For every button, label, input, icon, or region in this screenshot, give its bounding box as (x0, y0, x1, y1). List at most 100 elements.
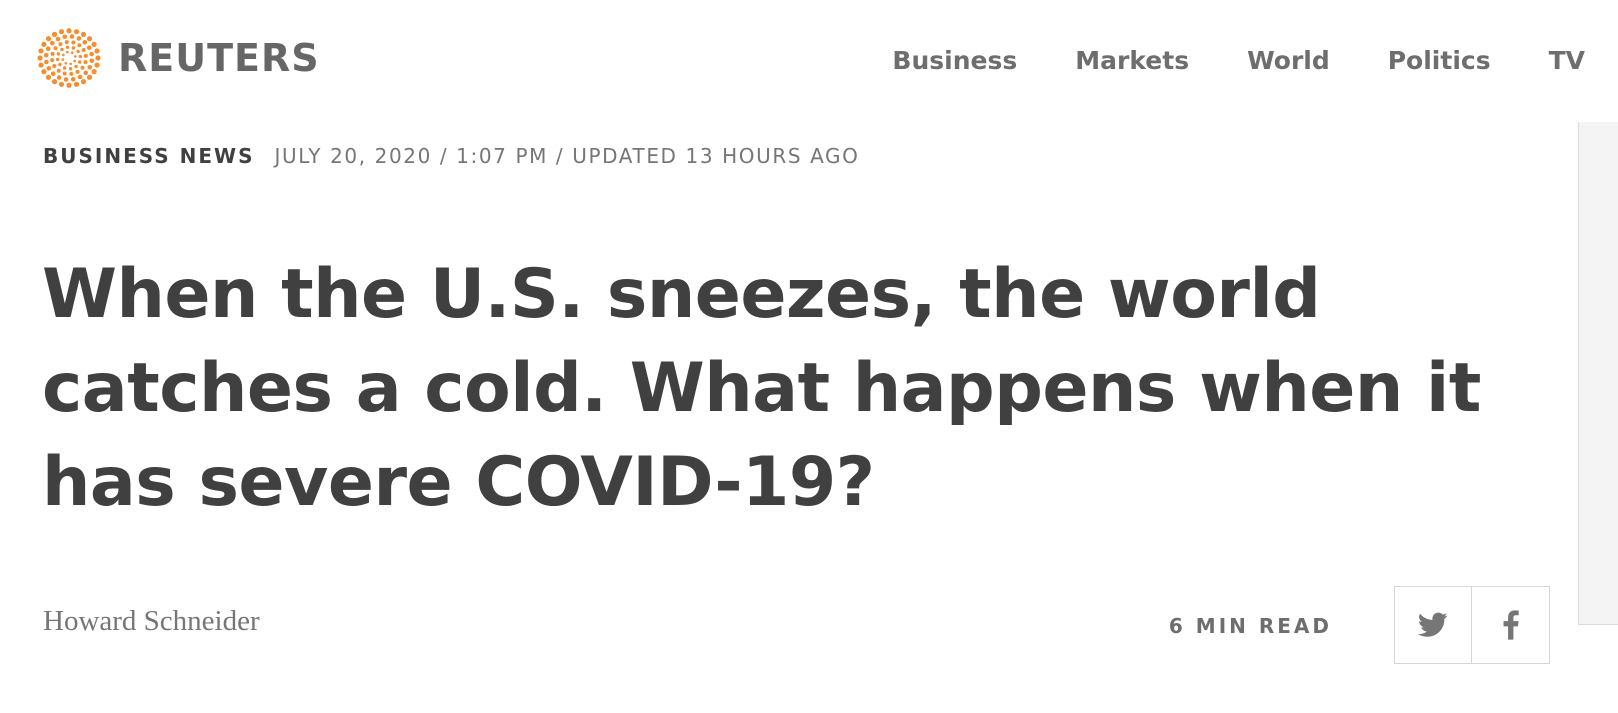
logo-dot (55, 36, 61, 42)
logo-dot (58, 62, 62, 67)
logo-dot (75, 69, 80, 74)
logo-dot (83, 53, 88, 58)
facebook-share-button[interactable] (1472, 586, 1550, 664)
logo-dot (73, 55, 77, 58)
logo-dot (69, 62, 72, 66)
article-headline: When the U.S. sneezes, the world catches… (42, 255, 1481, 522)
logo-dot (89, 51, 94, 57)
logo-dot (37, 55, 43, 61)
logo-dot (45, 46, 51, 52)
logo-dot (87, 64, 93, 70)
nav-item-markets[interactable]: Markets (1075, 48, 1189, 73)
logo-dot (86, 36, 93, 42)
logo-dot (76, 49, 80, 54)
twitter-icon (1418, 612, 1448, 637)
facebook-icon (1503, 610, 1519, 640)
logo-dot (58, 81, 65, 87)
reuters-dot-logo-icon (37, 28, 101, 88)
dateline: JULY 20, 2020 / 1:07 PM / UPDATED 13 HOU… (274, 144, 860, 168)
logo-dot (64, 62, 68, 65)
logo-dot (91, 41, 97, 47)
logo-dot (69, 34, 75, 39)
logo-dot (83, 70, 88, 76)
read-time: 6 MIN READ (1168, 614, 1332, 638)
logo-dot (80, 65, 85, 70)
logo-dot (81, 47, 86, 52)
logo-dot (51, 31, 58, 37)
logo-dot (94, 62, 100, 68)
logo-dot (62, 66, 67, 70)
logo-dot (95, 55, 101, 61)
logo-dot (50, 58, 55, 63)
logo-dot (69, 71, 74, 76)
logo-dot (82, 40, 88, 45)
logo-dot (53, 46, 58, 51)
logo-text: REUTERS (118, 36, 320, 80)
author-byline[interactable]: Howard Schneider (43, 607, 260, 636)
nav-item-politics[interactable]: Politics (1388, 48, 1491, 73)
logo-dot (77, 60, 82, 64)
logo-dot (61, 58, 65, 61)
logo-dot (73, 29, 80, 35)
side-panel (1578, 122, 1618, 625)
share-buttons (1394, 586, 1550, 664)
main-nav: Business Markets World Politics TV (892, 40, 1585, 80)
logo-dot (45, 74, 52, 80)
logo-dot (52, 64, 57, 69)
reuters-logo[interactable]: REUTERS (36, 27, 320, 89)
logo-dot (62, 53, 65, 57)
logo-dot (77, 43, 82, 48)
logo-dot (41, 69, 47, 75)
side-panel-divider (1578, 624, 1618, 625)
logo-dot (70, 51, 74, 54)
logo-dot (58, 42, 63, 47)
logo-dot (58, 29, 65, 35)
logo-dot (91, 69, 97, 75)
logo-dot (44, 59, 49, 65)
logo-dot (43, 52, 49, 58)
logo-dot (73, 81, 80, 87)
logo-dot (94, 48, 100, 54)
nav-item-tv[interactable]: TV (1549, 48, 1585, 73)
logo-dot (38, 48, 44, 54)
logo-dot (74, 64, 78, 69)
logo-dot (56, 52, 61, 56)
nav-item-business[interactable]: Business (892, 48, 1017, 73)
nav-item-world[interactable]: World (1247, 48, 1330, 73)
logo-dot (77, 74, 83, 80)
twitter-share-button[interactable] (1394, 586, 1472, 664)
logo-dot (76, 36, 82, 41)
logo-dot (50, 71, 56, 76)
logo-dot (80, 31, 87, 37)
logo-dot (83, 60, 88, 65)
logo-dot (66, 28, 72, 34)
logo-dot (65, 45, 70, 49)
logo-dot (38, 62, 44, 68)
logo-dot (78, 54, 83, 59)
article-meta: BUSINESS NEWS JULY 20, 2020 / 1:07 PM / … (43, 144, 859, 168)
logo-dot (66, 50, 69, 54)
logo-dot (68, 67, 73, 71)
logo-dot (86, 74, 93, 80)
logo-dot (56, 68, 61, 73)
logo-dot (56, 75, 62, 80)
logo-dot (73, 59, 76, 63)
logo-dot (63, 77, 69, 82)
logo-dot (71, 40, 76, 45)
logo-dot (89, 58, 95, 64)
logo-dot (60, 47, 64, 52)
logo-dot (80, 79, 87, 85)
logo-dot (62, 34, 68, 40)
logo-dot (66, 82, 72, 88)
logo-dot (45, 36, 52, 42)
logo-dot (51, 79, 58, 85)
logo-dot (70, 76, 76, 82)
logo-dot (50, 51, 55, 56)
section-label[interactable]: BUSINESS NEWS (43, 144, 254, 168)
logo-dot (55, 57, 60, 62)
logo-dot (46, 66, 52, 71)
logo-dot (62, 71, 67, 76)
logo-dot (50, 40, 55, 46)
logo-dot (86, 45, 92, 50)
logo-dot (71, 46, 76, 50)
